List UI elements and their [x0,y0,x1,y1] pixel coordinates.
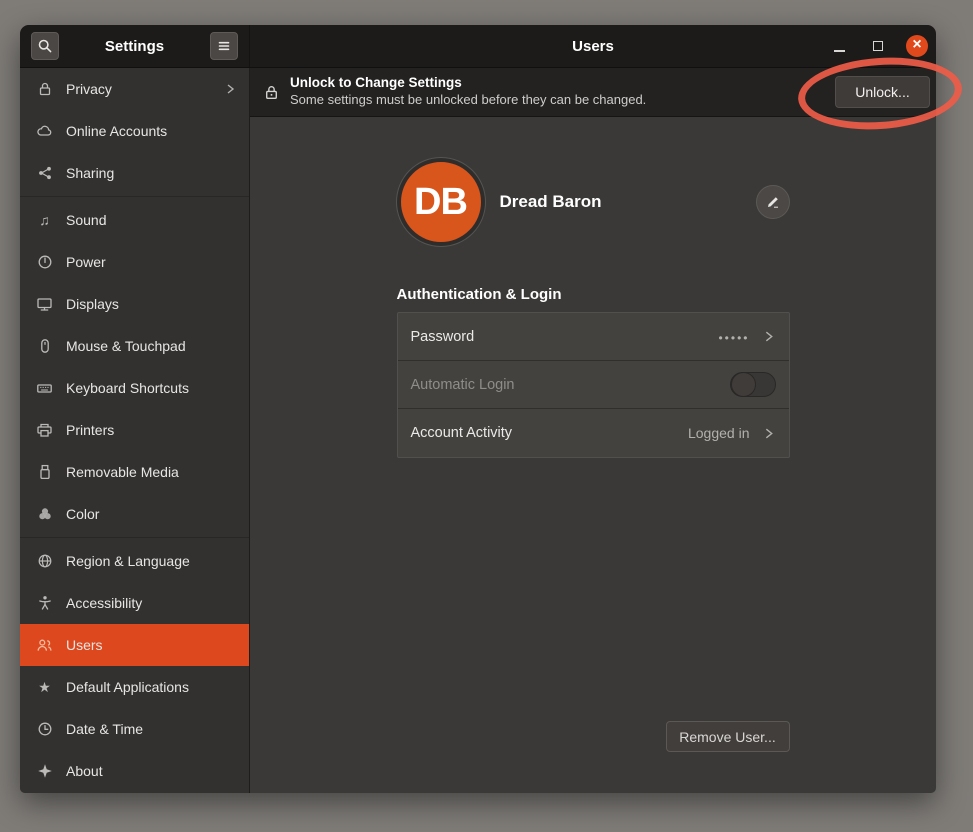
users-page: DB Dread Baron Authentication & Login Pa… [250,117,936,793]
menu-button[interactable] [210,32,238,60]
chevron-right-icon [761,329,776,344]
avatar-initials: DB [414,181,467,224]
banner-title: Unlock to Change Settings [290,75,825,92]
mouse-icon [36,338,53,355]
close-button[interactable]: × [906,35,928,57]
cloud-icon [36,123,53,140]
content-headerbar: Users × [250,25,936,68]
sidebar-item-users[interactable]: Users [20,624,249,666]
user-identity: DB Dread Baron [397,117,790,246]
maximize-icon [873,41,883,51]
sidebar-item-power[interactable]: Power [20,241,249,283]
color-circles-icon [36,506,53,523]
sidebar-item-mouse-touchpad[interactable]: Mouse & Touchpad [20,325,249,367]
printer-icon [36,422,53,439]
automatic-login-toggle[interactable] [730,372,776,397]
settings-title: Settings [59,38,210,55]
maximize-button[interactable] [867,35,889,57]
sidebar-divider [20,537,249,538]
unlock-button[interactable]: Unlock... [835,76,930,108]
sidebar-item-region-language[interactable]: Region & Language [20,540,249,582]
window-controls: × [828,35,928,57]
accessibility-icon [36,595,53,612]
automatic-login-row: Automatic Login [398,361,789,409]
users-icon [36,637,53,654]
search-icon [37,38,53,54]
auth-section-title: Authentication & Login [397,286,790,303]
main-panel: Unlock to Change Settings Some settings … [250,68,936,793]
account-activity-row[interactable]: Account Activity Logged in [398,409,789,457]
sidebar-item-date-time[interactable]: Date & Time [20,708,249,750]
account-activity-value: Logged in [688,425,750,441]
pencil-icon [765,194,781,210]
sidebar-item-displays[interactable]: Displays [20,283,249,325]
chevron-right-icon [761,426,776,441]
auth-card: Password ••••• Automatic Login Account A… [397,312,790,458]
share-icon [36,165,53,182]
sidebar-item-keyboard-shortcuts[interactable]: Keyboard Shortcuts [20,367,249,409]
close-icon: × [912,37,921,53]
sidebar-item-accessibility[interactable]: Accessibility [20,582,249,624]
sidebar-item-online-accounts[interactable]: Online Accounts [20,110,249,152]
minimize-button[interactable] [828,35,850,57]
hamburger-icon [216,38,232,54]
chevron-right-icon [223,82,237,96]
sidebar-headerbar: Settings [20,25,250,68]
sidebar-item-sharing[interactable]: Sharing [20,152,249,194]
sidebar-divider [20,196,249,197]
toggle-knob [731,372,756,397]
banner-text: Unlock to Change Settings Some settings … [290,75,825,108]
search-button[interactable] [31,32,59,60]
sidebar-item-default-applications[interactable]: ★ Default Applications [20,666,249,708]
power-icon [36,254,53,271]
password-dots: ••••• [718,331,749,345]
lock-icon [36,81,53,98]
lock-icon [263,84,280,101]
keyboard-icon [36,380,53,397]
clock-icon [36,721,53,738]
remove-user-button[interactable]: Remove User... [666,721,790,752]
sidebar-item-about[interactable]: About [20,750,249,792]
user-name: Dread Baron [500,192,602,212]
sidebar-item-sound[interactable]: ♫ Sound [20,199,249,241]
music-note-icon: ♫ [36,212,53,229]
display-icon [36,296,53,313]
avatar[interactable]: DB [397,158,485,246]
flash-drive-icon [36,464,53,481]
banner-subtitle: Some settings must be unlocked before th… [290,92,825,108]
unlock-banner: Unlock to Change Settings Some settings … [250,68,936,117]
star-icon: ★ [36,679,53,696]
sparkle-icon [36,763,53,780]
sidebar-item-printers[interactable]: Printers [20,409,249,451]
settings-window: Settings Users × Privacy Online Accounts [20,25,936,793]
sidebar: Privacy Online Accounts Sharing ♫ Sound … [20,68,250,793]
sidebar-item-removable-media[interactable]: Removable Media [20,451,249,493]
password-row[interactable]: Password ••••• [398,313,789,361]
globe-icon [36,553,53,570]
minimize-icon [834,50,845,52]
sidebar-item-color[interactable]: Color [20,493,249,535]
edit-name-button[interactable] [756,185,790,219]
sidebar-item-privacy[interactable]: Privacy [20,68,249,110]
